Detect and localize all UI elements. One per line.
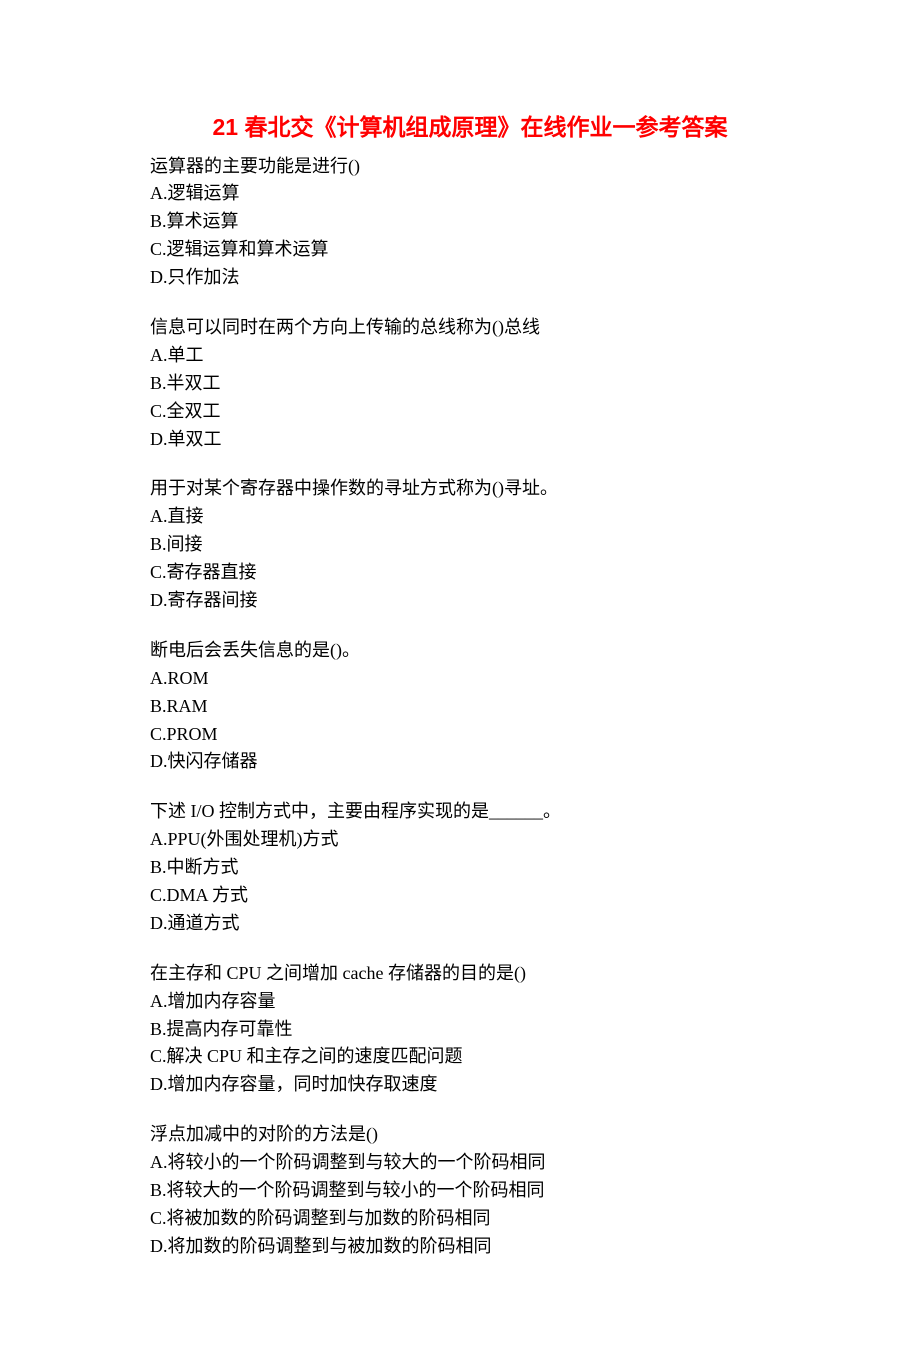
question-option: D.通道方式 bbox=[150, 910, 790, 938]
question-option: D.单双工 bbox=[150, 426, 790, 454]
question-option: D.将加数的阶码调整到与被加数的阶码相同 bbox=[150, 1233, 790, 1261]
question-option: B.算术运算 bbox=[150, 208, 790, 236]
question-block: 用于对某个寄存器中操作数的寻址方式称为()寻址。 A.直接 B.间接 C.寄存器… bbox=[150, 475, 790, 614]
page-title: 21 春北交《计算机组成原理》在线作业一参考答案 bbox=[150, 110, 790, 145]
question-option: C.逻辑运算和算术运算 bbox=[150, 236, 790, 264]
question-option: D.寄存器间接 bbox=[150, 587, 790, 615]
question-text: 信息可以同时在两个方向上传输的总线称为()总线 bbox=[150, 314, 790, 342]
question-text: 断电后会丢失信息的是()。 bbox=[150, 637, 790, 665]
question-option: A.直接 bbox=[150, 503, 790, 531]
question-text: 浮点加减中的对阶的方法是() bbox=[150, 1121, 790, 1149]
question-block: 信息可以同时在两个方向上传输的总线称为()总线 A.单工 B.半双工 C.全双工… bbox=[150, 314, 790, 453]
question-option: A.增加内存容量 bbox=[150, 988, 790, 1016]
question-option: C.寄存器直接 bbox=[150, 559, 790, 587]
question-block: 运算器的主要功能是进行() A.逻辑运算 B.算术运算 C.逻辑运算和算术运算 … bbox=[150, 153, 790, 292]
document-page: 21 春北交《计算机组成原理》在线作业一参考答案 运算器的主要功能是进行() A… bbox=[0, 0, 920, 1363]
question-option: C.解决 CPU 和主存之间的速度匹配问题 bbox=[150, 1043, 790, 1071]
question-option: B.间接 bbox=[150, 531, 790, 559]
question-option: B.半双工 bbox=[150, 370, 790, 398]
question-option: B.将较大的一个阶码调整到与较小的一个阶码相同 bbox=[150, 1177, 790, 1205]
question-block: 浮点加减中的对阶的方法是() A.将较小的一个阶码调整到与较大的一个阶码相同 B… bbox=[150, 1121, 790, 1260]
question-text: 运算器的主要功能是进行() bbox=[150, 153, 790, 181]
question-option: C.DMA 方式 bbox=[150, 882, 790, 910]
question-text: 下述 I/O 控制方式中，主要由程序实现的是______。 bbox=[150, 798, 790, 826]
question-text: 用于对某个寄存器中操作数的寻址方式称为()寻址。 bbox=[150, 475, 790, 503]
question-option: A.PPU(外围处理机)方式 bbox=[150, 826, 790, 854]
question-option: D.增加内存容量，同时加快存取速度 bbox=[150, 1071, 790, 1099]
question-option: C.PROM bbox=[150, 721, 790, 749]
question-block: 在主存和 CPU 之间增加 cache 存储器的目的是() A.增加内存容量 B… bbox=[150, 960, 790, 1099]
question-option: A.逻辑运算 bbox=[150, 180, 790, 208]
question-option: A.将较小的一个阶码调整到与较大的一个阶码相同 bbox=[150, 1149, 790, 1177]
question-option: C.将被加数的阶码调整到与加数的阶码相同 bbox=[150, 1205, 790, 1233]
question-block: 下述 I/O 控制方式中，主要由程序实现的是______。 A.PPU(外围处理… bbox=[150, 798, 790, 937]
question-text: 在主存和 CPU 之间增加 cache 存储器的目的是() bbox=[150, 960, 790, 988]
question-option: C.全双工 bbox=[150, 398, 790, 426]
question-block: 断电后会丢失信息的是()。 A.ROM B.RAM C.PROM D.快闪存储器 bbox=[150, 637, 790, 776]
question-option: B.中断方式 bbox=[150, 854, 790, 882]
question-option: B.RAM bbox=[150, 693, 790, 721]
question-option: D.快闪存储器 bbox=[150, 748, 790, 776]
question-option: B.提高内存可靠性 bbox=[150, 1016, 790, 1044]
question-option: A.单工 bbox=[150, 342, 790, 370]
question-option: D.只作加法 bbox=[150, 264, 790, 292]
question-option: A.ROM bbox=[150, 665, 790, 693]
